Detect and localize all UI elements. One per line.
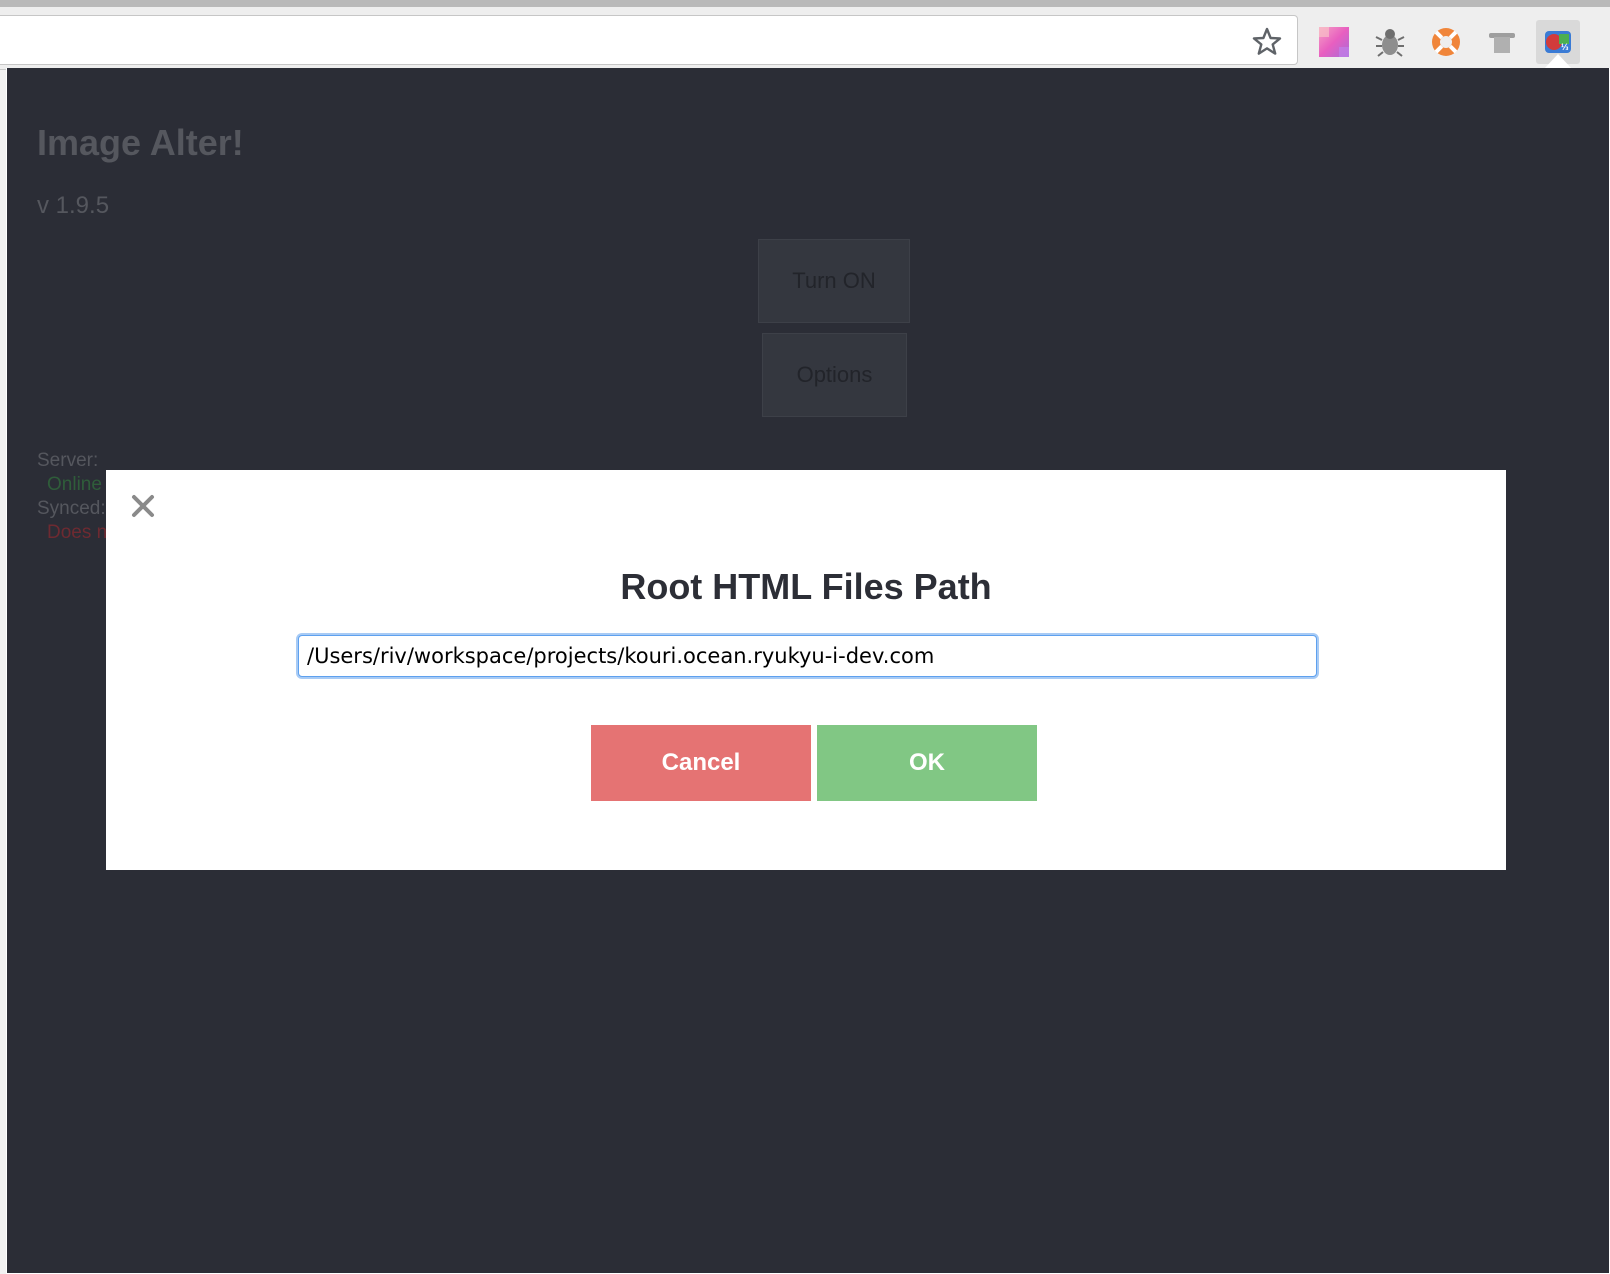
server-label: Server: [37,450,99,471]
synced-label: Synced: [37,498,106,519]
lifebuoy-extension-icon[interactable] [1424,20,1468,64]
bookmark-star-icon[interactable] [1250,25,1284,59]
extension-popup: Image Alter! v 1.9.5 Turn ON Options Ser… [6,68,1610,1274]
cancel-button[interactable]: Cancel [591,725,811,801]
svg-text:⅓: ⅓ [1561,42,1569,52]
ok-button[interactable]: OK [817,725,1037,801]
dialog-title: Root HTML Files Path [620,566,992,607]
synced-status: Does n [47,522,108,543]
turn-on-button[interactable]: Turn ON [758,239,910,323]
address-bar[interactable] [0,15,1298,65]
popup-pointer-arrow [1544,54,1572,69]
color-palette-extension-icon[interactable] [1312,20,1356,64]
options-button[interactable]: Options [762,333,907,417]
bug-extension-icon[interactable] [1368,20,1412,64]
top-hat-extension-icon[interactable] [1480,20,1524,64]
root-path-input[interactable] [299,636,1316,676]
app-version: v 1.9.5 [37,192,110,219]
window-top-edge [0,0,1610,7]
popup-background: Image Alter! v 1.9.5 Turn ON Options Ser… [7,68,1609,1273]
close-icon[interactable] [129,492,157,520]
server-status: Online [47,474,102,495]
path-dialog: Root HTML Files Path Cancel OK [106,470,1506,870]
app-title: Image Alter! [37,122,244,163]
